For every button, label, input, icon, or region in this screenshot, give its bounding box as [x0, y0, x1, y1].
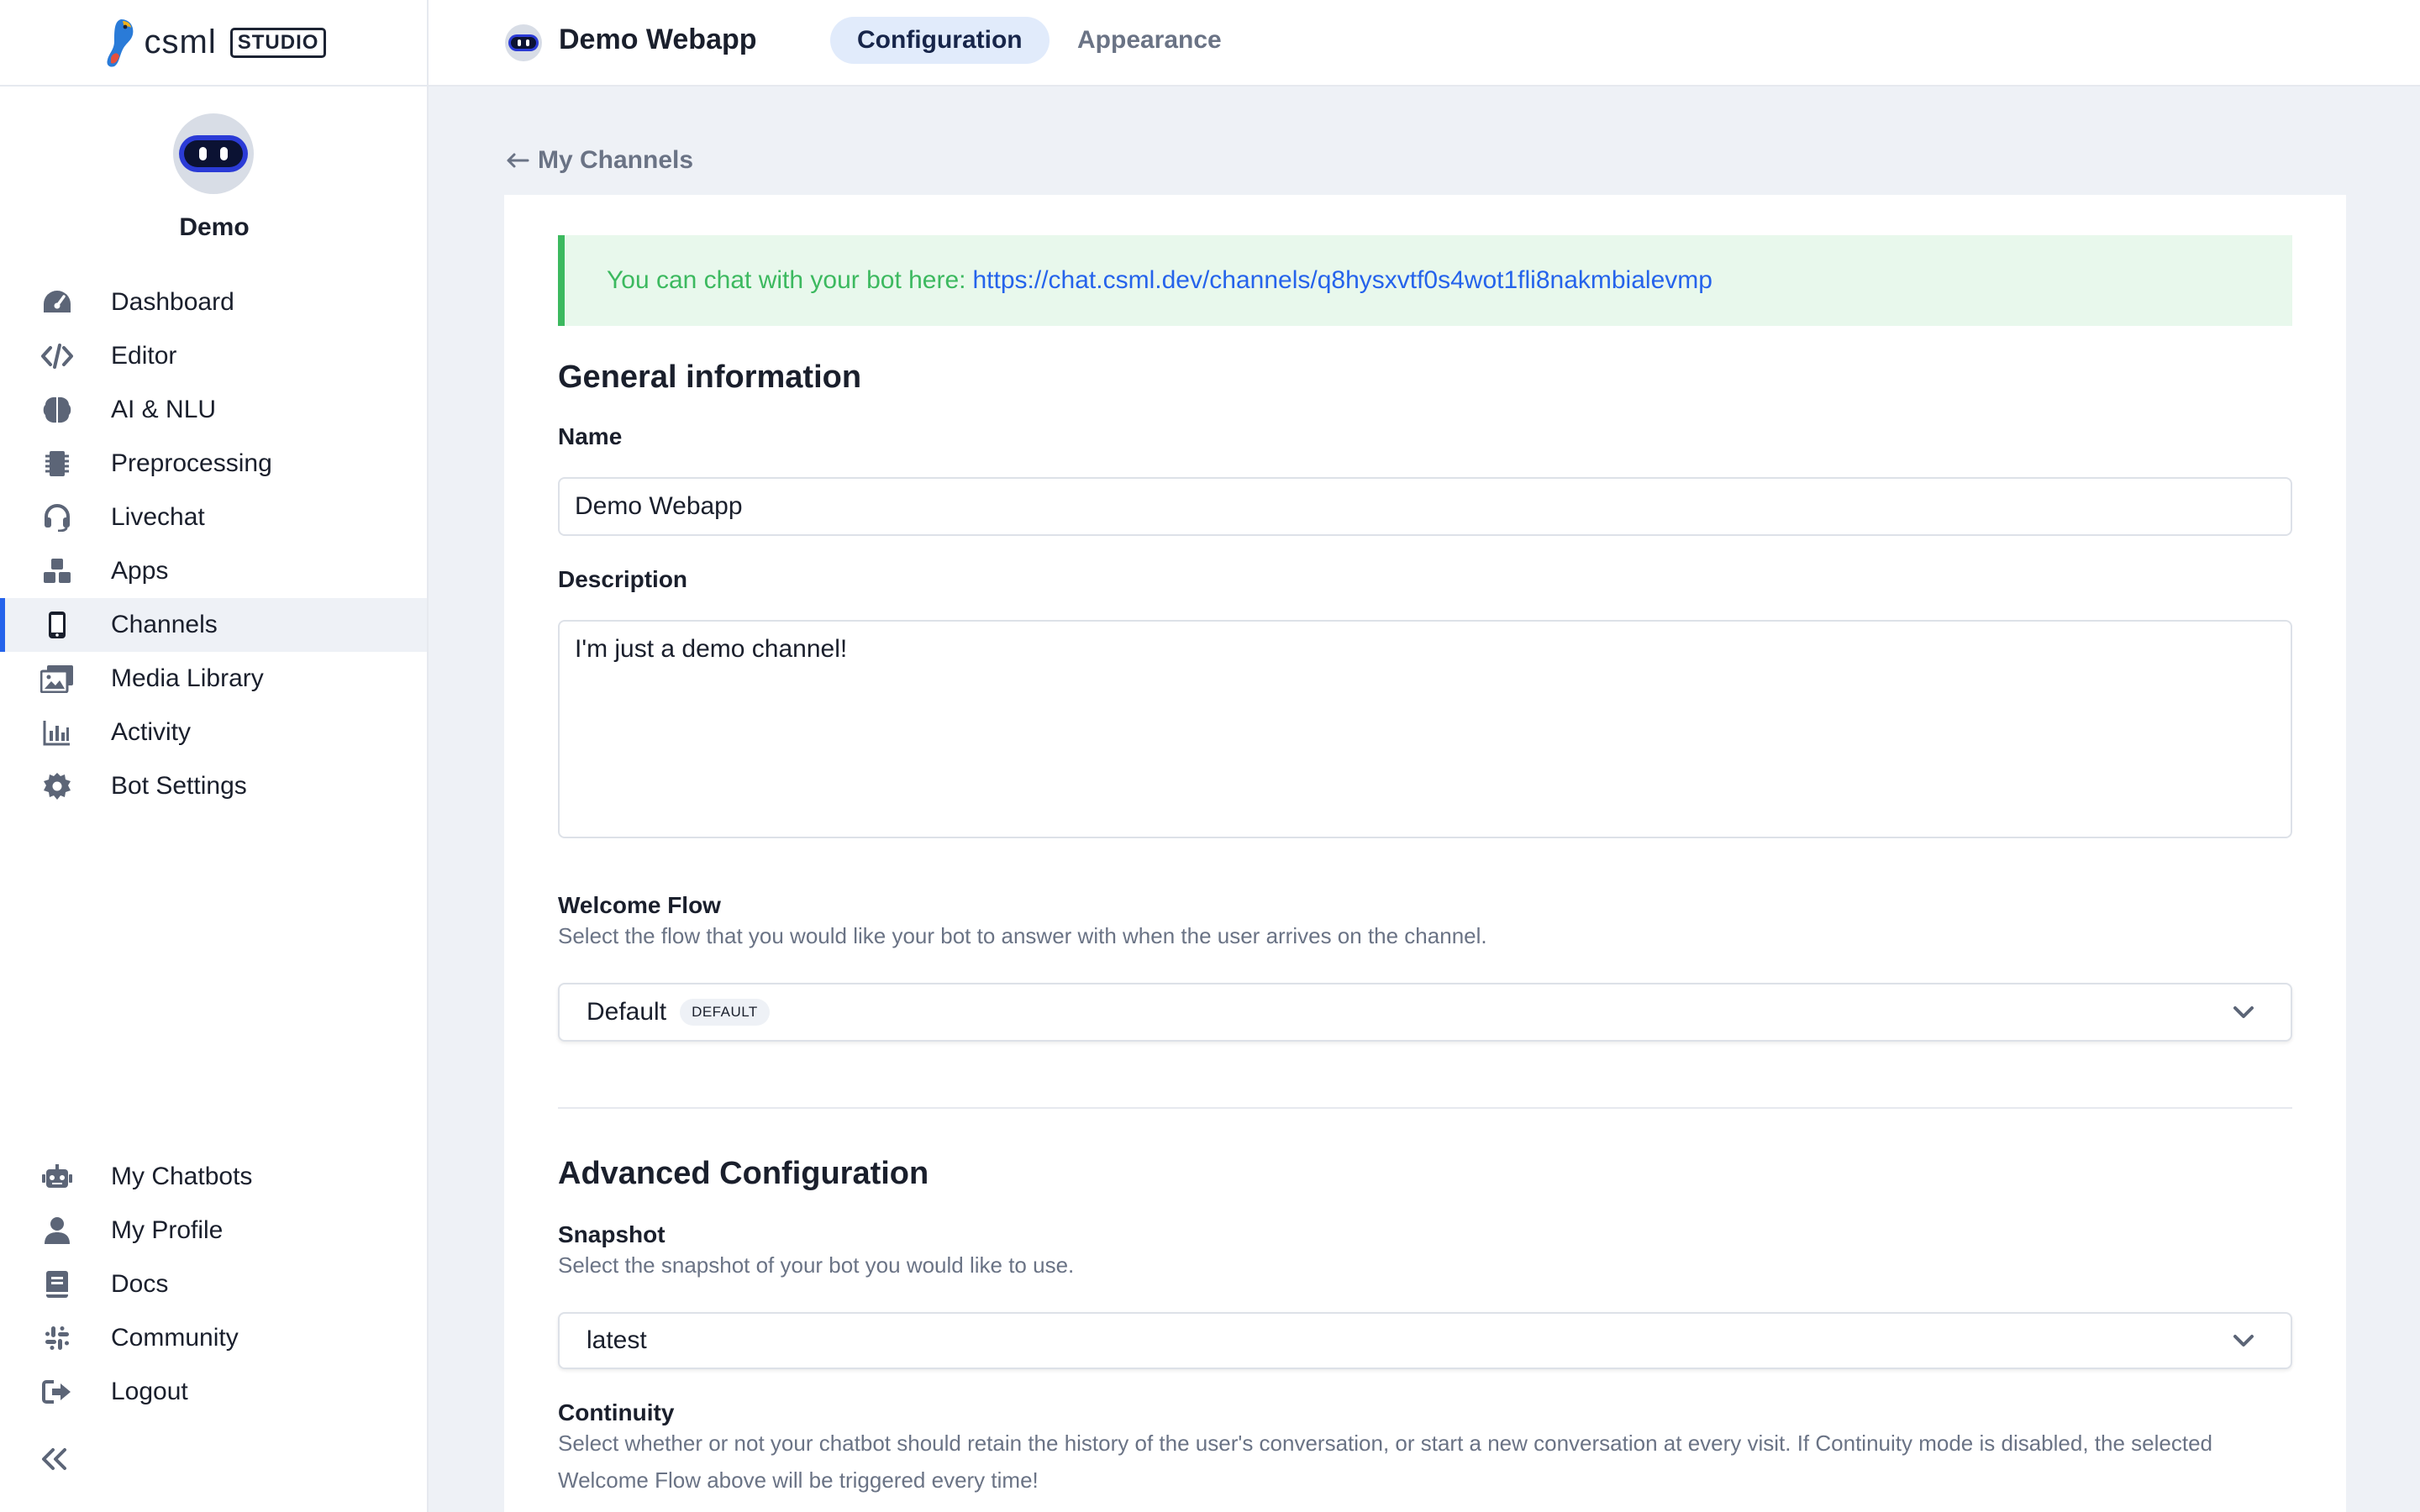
- book-icon: [40, 1268, 74, 1301]
- sidebar-item-label: Bot Settings: [111, 772, 247, 800]
- sidebar-item-my-profile[interactable]: My Profile: [0, 1204, 427, 1257]
- code-icon: [40, 339, 74, 373]
- chat-url-link[interactable]: https://chat.csml.dev/channels/q8hysxvtf…: [973, 266, 1712, 295]
- sidebar-item-label: Activity: [111, 718, 192, 746]
- slack-icon: [40, 1321, 74, 1355]
- sidebar-item-label: Docs: [111, 1270, 169, 1298]
- welcome-flow-label: Welcome Flow: [558, 892, 721, 918]
- chevron-down-icon: [2233, 1006, 2254, 1018]
- logout-icon: [40, 1375, 74, 1409]
- brand-logo[interactable]: csml STUDIO: [0, 0, 427, 87]
- sidebar: csml STUDIO Demo Dashboard Editor AI & N…: [0, 0, 429, 1512]
- sidebar-item-label: Preprocessing: [111, 449, 272, 477]
- sidebar-item-label: Livechat: [111, 503, 205, 531]
- sidebar-item-community[interactable]: Community: [0, 1311, 427, 1365]
- brain-icon: [40, 393, 74, 427]
- robot-icon: [40, 1160, 74, 1194]
- notice-text: You can chat with your bot here:: [607, 266, 966, 294]
- description-label: Description: [558, 566, 688, 592]
- sidebar-item-logout[interactable]: Logout: [0, 1365, 427, 1419]
- dashboard-gauge-icon: [40, 286, 74, 319]
- snapshot-help: Select the snapshot of your bot you woul…: [558, 1252, 1075, 1278]
- sidebar-item-dashboard[interactable]: Dashboard: [0, 276, 427, 329]
- sidebar-item-label: Logout: [111, 1378, 188, 1405]
- sidebar-item-label: Channels: [111, 611, 218, 638]
- snapshot-value: latest: [587, 1326, 647, 1354]
- name-field[interactable]: Demo Webapp: [558, 477, 2292, 536]
- welcome-flow-help: Select the flow that you would like your…: [558, 923, 1487, 948]
- images-icon: [40, 662, 74, 696]
- sidebar-item-activity[interactable]: Activity: [0, 706, 427, 759]
- sidebar-item-label: Editor: [111, 342, 177, 370]
- sidebar-item-my-chatbots[interactable]: My Chatbots: [0, 1150, 427, 1204]
- sidebar-item-label: My Chatbots: [111, 1163, 253, 1190]
- user-icon: [40, 1214, 74, 1247]
- arrow-left-icon: [507, 153, 529, 168]
- sidebar-item-label: AI & NLU: [111, 396, 217, 423]
- back-link-label: My Channels: [538, 146, 694, 174]
- sidebar-item-ai-nlu[interactable]: AI & NLU: [0, 383, 427, 437]
- description-field[interactable]: I'm just a demo channel!: [558, 620, 2292, 838]
- sidebar-item-label: My Profile: [111, 1216, 224, 1244]
- channel-title: Demo Webapp: [559, 24, 757, 55]
- channel-bot-icon: [505, 24, 542, 61]
- parrot-logo-icon: [107, 18, 133, 67]
- sidebar-item-label: Dashboard: [111, 288, 234, 316]
- sidebar-item-livechat[interactable]: Livechat: [0, 491, 427, 544]
- sidebar-nav: Dashboard Editor AI & NLU Preprocessing …: [0, 276, 427, 813]
- sidebar-item-docs[interactable]: Docs: [0, 1257, 427, 1311]
- cubes-icon: [40, 554, 74, 588]
- tab-appearance[interactable]: Appearance: [1050, 17, 1249, 64]
- mobile-icon: [40, 608, 74, 642]
- collapse-sidebar-button[interactable]: [39, 1446, 72, 1480]
- bot-name: Demo: [179, 213, 250, 241]
- default-badge: DEFAULT: [680, 999, 770, 1026]
- bar-chart-icon: [40, 716, 74, 749]
- top-bar: Demo Webapp Configuration Appearance: [429, 0, 2420, 87]
- chat-url-notice: You can chat with your bot here: https:/…: [558, 235, 2292, 326]
- sidebar-item-bot-settings[interactable]: Bot Settings: [0, 759, 427, 813]
- chip-icon: [40, 447, 74, 480]
- section-divider: [558, 1107, 2292, 1109]
- brand-studio-tag: STUDIO: [229, 27, 327, 58]
- tab-configuration[interactable]: Configuration: [830, 17, 1050, 64]
- channel-config-card: You can chat with your bot here: https:/…: [504, 195, 2346, 1512]
- brand-wordmark: csml: [144, 24, 217, 60]
- bot-face-icon: [179, 135, 248, 172]
- back-to-channels-link[interactable]: My Channels: [506, 146, 693, 175]
- double-chevron-left-icon: [42, 1448, 66, 1470]
- sidebar-item-editor[interactable]: Editor: [0, 329, 427, 383]
- sidebar-item-apps[interactable]: Apps: [0, 544, 427, 598]
- advanced-config-heading: Advanced Configuration: [558, 1156, 929, 1191]
- sidebar-footer-nav: My Chatbots My Profile Docs Community Lo…: [0, 1150, 427, 1419]
- snapshot-label: Snapshot: [558, 1221, 666, 1247]
- welcome-flow-select[interactable]: Default DEFAULT: [558, 983, 2292, 1042]
- chevron-down-icon: [2233, 1335, 2254, 1347]
- snapshot-select[interactable]: latest: [558, 1312, 2292, 1369]
- welcome-flow-value: Default: [587, 998, 667, 1026]
- sidebar-item-preprocessing[interactable]: Preprocessing: [0, 437, 427, 491]
- sidebar-item-media-library[interactable]: Media Library: [0, 652, 427, 706]
- continuity-help: Select whether or not your chatbot shoul…: [558, 1431, 2212, 1493]
- name-label: Name: [558, 423, 623, 449]
- general-info-heading: General information: [558, 360, 862, 395]
- sidebar-item-label: Media Library: [111, 664, 264, 692]
- sidebar-item-label: Apps: [111, 557, 169, 585]
- gear-icon: [40, 769, 74, 803]
- sidebar-item-channels[interactable]: Channels: [0, 598, 427, 652]
- headset-icon: [40, 501, 74, 534]
- bot-avatar[interactable]: [173, 113, 254, 194]
- continuity-label: Continuity: [558, 1399, 675, 1425]
- sidebar-item-label: Community: [111, 1324, 239, 1352]
